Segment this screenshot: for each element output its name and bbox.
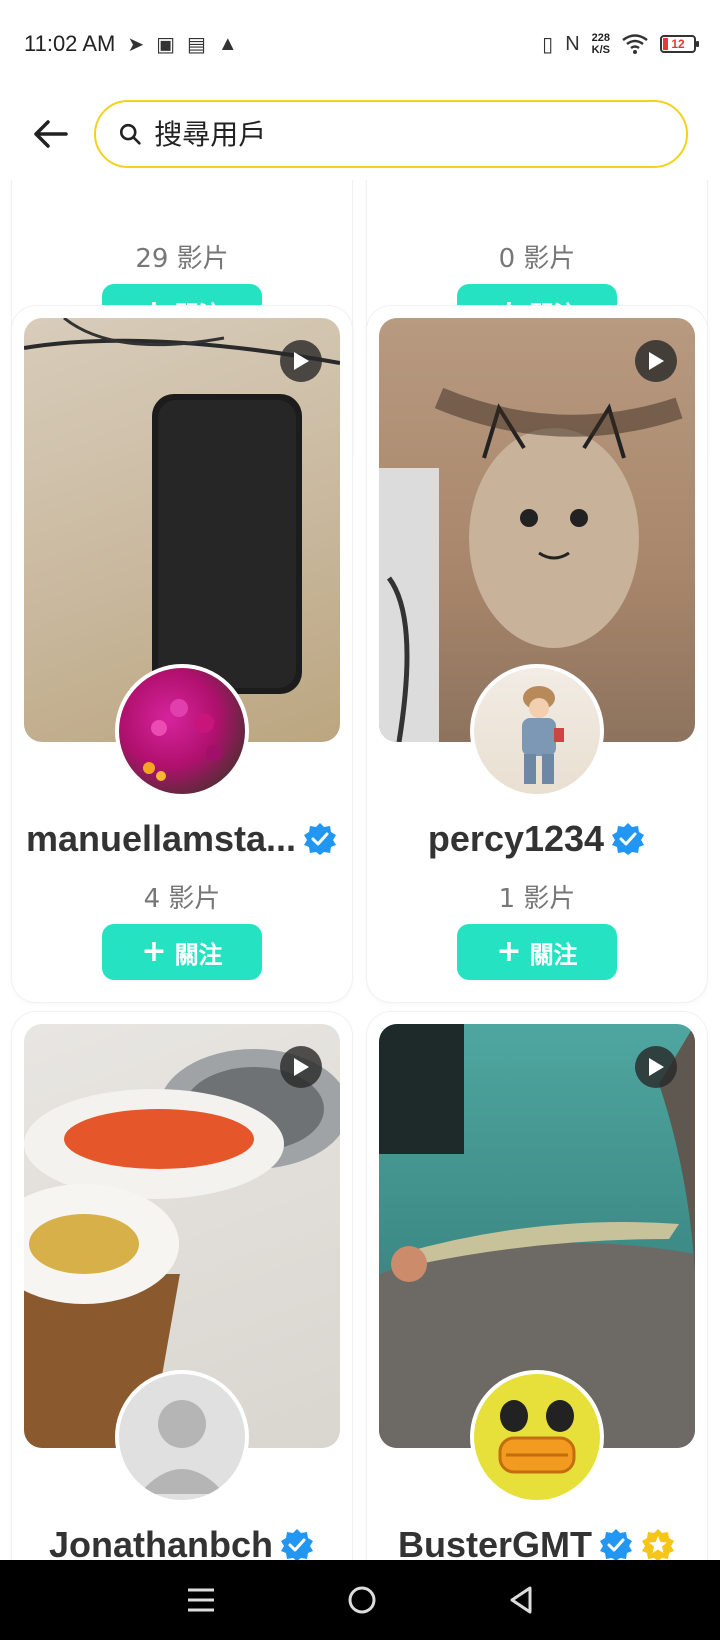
verified-badge-icon <box>600 1529 632 1560</box>
follow-label: 關注 <box>529 940 578 969</box>
back-nav-icon[interactable] <box>508 1585 534 1615</box>
menu-icon[interactable] <box>186 1586 216 1614</box>
username[interactable]: Jonathanbch <box>12 1524 352 1560</box>
username-text: percy1234 <box>427 818 605 859</box>
battery-level: 12 <box>671 37 685 51</box>
arrow-left-icon <box>34 120 68 148</box>
username-text: BusterGMT <box>397 1524 592 1560</box>
user-card[interactable]: manuellamsta... 4 影片 + 關注 <box>12 306 352 1002</box>
username-text: manuellamsta... <box>25 818 297 859</box>
avatar[interactable] <box>470 664 604 798</box>
user-card[interactable]: percy1234 1 影片 + 關注 <box>367 306 707 1002</box>
username[interactable]: BusterGMT <box>367 1524 707 1560</box>
play-icon <box>649 352 664 370</box>
star-badge-icon <box>642 1529 674 1560</box>
speed-value: 228 <box>591 32 610 44</box>
app-icon: ▲ <box>217 32 238 55</box>
play-icon <box>649 1058 664 1076</box>
verified-badge-icon <box>612 823 645 855</box>
avatar[interactable] <box>115 664 249 798</box>
play-icon <box>294 1058 309 1076</box>
username-text: Jonathanbch <box>48 1524 273 1560</box>
username[interactable]: percy1234 <box>367 818 707 860</box>
avatar[interactable] <box>470 1370 604 1504</box>
teams-icon: ▣ <box>156 33 175 56</box>
search-box[interactable] <box>94 100 688 168</box>
play-button[interactable] <box>635 1046 677 1088</box>
vibrate-icon: ▯ <box>542 33 554 56</box>
follow-label: 關注 <box>174 940 223 969</box>
search-input[interactable] <box>152 116 664 152</box>
status-time: 11:02 AM <box>24 31 116 56</box>
play-icon <box>294 352 309 370</box>
video-count: 1 影片 <box>498 884 576 914</box>
play-button[interactable] <box>635 340 677 382</box>
play-button[interactable] <box>280 340 322 382</box>
video-count: 29 影片 <box>135 244 229 274</box>
user-grid: 29 影片 +關注 0 影片 +關注 manuella <box>0 180 720 1560</box>
video-count: 0 影片 <box>498 244 576 274</box>
nfc-icon: N <box>565 32 580 55</box>
telegram-icon: ➤ <box>127 33 145 56</box>
search-header <box>0 88 720 180</box>
network-speed: 228 K/S <box>592 32 610 56</box>
play-button[interactable] <box>280 1046 322 1088</box>
follow-button[interactable]: +關注 <box>102 924 262 980</box>
avatar[interactable] <box>115 1370 249 1504</box>
system-nav-bar <box>0 1560 720 1640</box>
user-card[interactable]: Jonathanbch <box>12 1012 352 1560</box>
default-avatar-icon <box>139 1400 225 1494</box>
username[interactable]: manuellamsta... <box>12 818 352 860</box>
status-right: ▯ N 228 K/S 12 <box>542 32 699 57</box>
verified-badge-icon <box>304 823 337 855</box>
verified-badge-icon <box>281 1529 313 1560</box>
status-bar: 11:02 AM ➤ ▣ ▤ ▲ ▯ N 228 K/S 12 <box>0 0 720 88</box>
follow-button[interactable]: +關注 <box>457 924 617 980</box>
video-count: 4 影片 <box>143 884 221 914</box>
back-button[interactable] <box>24 108 76 160</box>
battery-icon: 12 <box>660 35 699 53</box>
speed-unit: K/S <box>591 44 610 56</box>
wifi-icon <box>622 34 648 54</box>
store-icon: ▤ <box>187 33 206 56</box>
home-icon[interactable] <box>347 1585 377 1615</box>
search-icon <box>119 123 141 145</box>
user-card[interactable]: BusterGMT <box>367 1012 707 1560</box>
status-left: 11:02 AM ➤ ▣ ▤ ▲ <box>24 31 238 57</box>
